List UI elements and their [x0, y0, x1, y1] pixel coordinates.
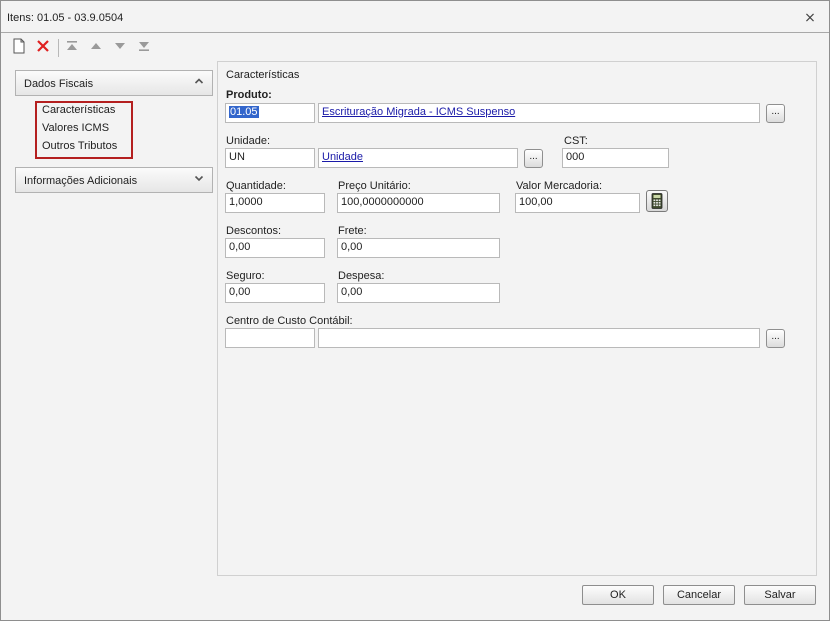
- unidade-label: Unidade:: [226, 135, 271, 147]
- unidade-description-link[interactable]: Unidade: [322, 151, 363, 163]
- produto-lookup-button[interactable]: ...: [766, 104, 785, 123]
- preco-unitario-field[interactable]: 100,0000000000: [337, 193, 500, 213]
- valor-mercadoria-field[interactable]: 100,00: [515, 193, 640, 213]
- unidade-description-field[interactable]: Unidade: [318, 148, 518, 168]
- seguro-field[interactable]: 0,00: [225, 283, 325, 303]
- frete-field[interactable]: 0,00: [337, 238, 500, 258]
- chevron-down-icon: [194, 173, 204, 183]
- produto-description-field[interactable]: Escrituração Migrada - ICMS Suspenso: [318, 103, 760, 123]
- move-last-icon[interactable]: [136, 37, 156, 57]
- group-title: Características: [226, 69, 300, 81]
- produto-code-field[interactable]: 01.05: [225, 103, 315, 123]
- move-first-icon[interactable]: [64, 37, 84, 57]
- centro-custo-label: Centro de Custo Contábil:: [226, 315, 353, 327]
- accordion-informacoes-adicionais-label: Informações Adicionais: [24, 175, 138, 187]
- delete-icon[interactable]: [35, 37, 55, 57]
- valor-mercadoria-label: Valor Mercadoria:: [516, 180, 602, 192]
- accordion-dados-fiscais[interactable]: Dados Fiscais: [15, 70, 213, 96]
- centro-custo-description-field[interactable]: [318, 328, 760, 348]
- dialog-window: Itens: 01.05 - 03.9.0504 ⨯ Dados Fiscais: [0, 0, 830, 621]
- quantidade-label: Quantidade:: [226, 180, 286, 192]
- sidebar-item-caracteristicas[interactable]: Características: [42, 104, 115, 116]
- seguro-label: Seguro:: [226, 270, 265, 282]
- new-document-icon[interactable]: [11, 37, 31, 57]
- cst-field[interactable]: 000: [562, 148, 669, 168]
- produto-code-value: 01.05: [229, 106, 259, 118]
- accordion-informacoes-adicionais[interactable]: Informações Adicionais: [15, 167, 213, 193]
- centro-custo-lookup-button[interactable]: ...: [766, 329, 785, 348]
- accordion-dados-fiscais-label: Dados Fiscais: [24, 78, 94, 90]
- quantidade-field[interactable]: 1,0000: [225, 193, 325, 213]
- produto-description-link[interactable]: Escrituração Migrada - ICMS Suspenso: [322, 106, 515, 118]
- highlighted-section-list: Características Valores ICMS Outros Trib…: [35, 101, 133, 159]
- close-icon[interactable]: ⨯: [803, 10, 817, 24]
- calculator-icon[interactable]: [646, 190, 668, 212]
- title-bar: Itens: 01.05 - 03.9.0504 ⨯: [1, 1, 829, 33]
- unidade-lookup-button[interactable]: ...: [524, 149, 543, 168]
- window-title: Itens: 01.05 - 03.9.0504: [7, 12, 124, 24]
- move-up-icon[interactable]: [88, 37, 108, 57]
- centro-custo-code-field[interactable]: [225, 328, 315, 348]
- despesa-field[interactable]: 0,00: [337, 283, 500, 303]
- frete-label: Frete:: [338, 225, 367, 237]
- save-button[interactable]: Salvar: [744, 585, 816, 605]
- cst-label: CST:: [564, 135, 588, 147]
- preco-unitario-label: Preço Unitário:: [338, 180, 411, 192]
- chevron-up-icon: [194, 76, 204, 86]
- move-down-icon[interactable]: [112, 37, 132, 57]
- despesa-label: Despesa:: [338, 270, 385, 282]
- descontos-field[interactable]: 0,00: [225, 238, 325, 258]
- produto-label: Produto:: [226, 89, 272, 101]
- unidade-code-field[interactable]: UN: [225, 148, 315, 168]
- ok-button[interactable]: OK: [582, 585, 654, 605]
- cancel-button[interactable]: Cancelar: [663, 585, 735, 605]
- toolbar-separator: [58, 39, 59, 57]
- sidebar-item-valores-icms[interactable]: Valores ICMS: [42, 122, 109, 134]
- sidebar-item-outros-tributos[interactable]: Outros Tributos: [42, 140, 117, 152]
- descontos-label: Descontos:: [226, 225, 282, 237]
